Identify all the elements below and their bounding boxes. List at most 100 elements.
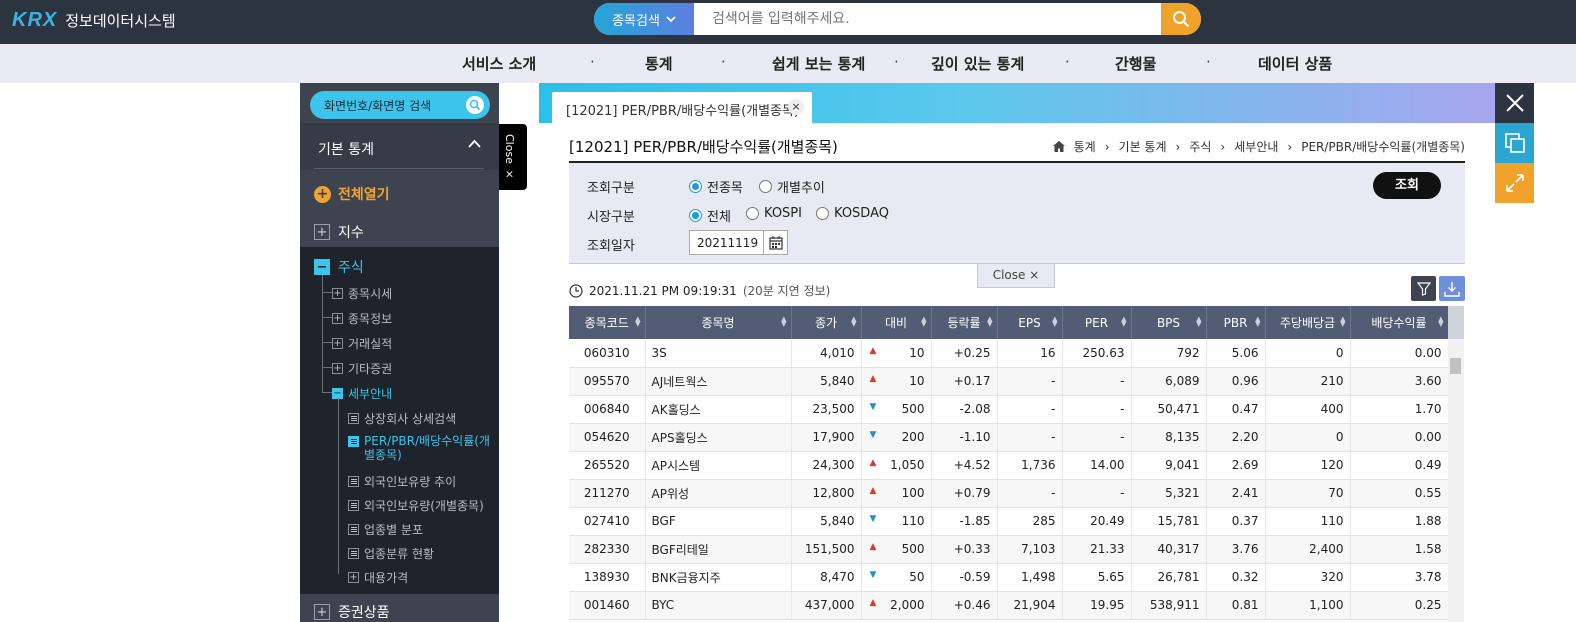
breadcrumb-item[interactable]: 세부안내 bbox=[1234, 138, 1278, 155]
column-header[interactable]: 주당배당금 ▲ ▼ bbox=[1265, 306, 1351, 339]
radio-all-stocks[interactable]: 전종목 bbox=[689, 177, 743, 196]
nav-easy-statistics[interactable]: 쉽게 보는 통계 bbox=[772, 53, 865, 74]
cell-dps: 110 bbox=[1265, 507, 1351, 536]
sidebar-item-industry-class[interactable]: 업종분류 현황 bbox=[348, 545, 434, 562]
search-input[interactable] bbox=[712, 3, 1152, 35]
sort-icon[interactable]: ▲ ▼ bbox=[987, 316, 992, 328]
sort-icon[interactable]: ▲ ▼ bbox=[1121, 316, 1126, 328]
cell-close: 151,500 bbox=[791, 535, 862, 564]
column-header[interactable]: 종가 ▲ ▼ bbox=[791, 306, 862, 339]
table-row[interactable]: 060310 3S 4,010 ▲ 10 +0.25 16 250.63 792 5.06 0 0.0… bbox=[569, 339, 1449, 368]
basic-statistics-header[interactable]: 기본 통계 bbox=[300, 123, 499, 170]
cell-dps-value: 70 bbox=[1328, 486, 1344, 500]
sidebar-item-stock[interactable]: − 주식 bbox=[314, 257, 364, 277]
column-header[interactable]: 대비 ▲ ▼ bbox=[861, 306, 932, 339]
table-scrollbar[interactable] bbox=[1448, 306, 1464, 622]
table-row[interactable]: 027410 BGF 5,840 ▼ 110 -1.85 285 20.49 15,781 0.3… bbox=[569, 507, 1449, 536]
sidebar-item-detail[interactable]: − 세부안내 bbox=[332, 385, 392, 402]
cell-dps-value: 2,400 bbox=[1309, 542, 1344, 556]
query-button[interactable]: 조회 bbox=[1373, 172, 1441, 199]
close-all-button[interactable] bbox=[1495, 83, 1534, 123]
search-icon[interactable] bbox=[466, 96, 484, 114]
sidebar-item-foreign-holdings[interactable]: 외국인보유량(개별종목) bbox=[348, 497, 484, 514]
sort-icon[interactable]: ▲ ▼ bbox=[635, 316, 640, 328]
menu-search-box[interactable]: 화면번호/화면명 검색 bbox=[310, 91, 490, 119]
column-header[interactable]: 종목코드 ▲ ▼ bbox=[569, 306, 646, 339]
column-header[interactable]: BPS ▲ ▼ bbox=[1131, 306, 1207, 339]
open-all-button[interactable]: + 전체열기 bbox=[314, 184, 390, 204]
column-header[interactable]: 등락률 ▲ ▼ bbox=[931, 306, 998, 339]
sidebar-item-company-search[interactable]: 상장회사 상세검색 bbox=[348, 410, 456, 427]
logo[interactable]: KRX 정보데이터시스템 bbox=[12, 9, 176, 32]
date-field[interactable]: 20211119 bbox=[689, 230, 788, 255]
column-header[interactable]: PBR ▲ ▼ bbox=[1206, 306, 1266, 339]
radio-kospi[interactable]: KOSPI bbox=[746, 206, 802, 221]
sort-icon[interactable]: ▲ ▼ bbox=[781, 316, 786, 328]
calendar-icon bbox=[768, 235, 783, 250]
download-button[interactable] bbox=[1439, 276, 1465, 301]
table-row[interactable]: 001460 BYC 437,000 ▲ 2,000 +0.46 21,904 19.95 53… bbox=[569, 591, 1449, 620]
sort-icon[interactable]: ▲ ▼ bbox=[1255, 316, 1260, 328]
query-date-label: 조회일자 bbox=[587, 239, 635, 254]
up-arrow-icon: ▲ bbox=[869, 486, 877, 496]
sidebar-item-stock-info[interactable]: + 종목정보 bbox=[332, 310, 392, 327]
table-row[interactable]: 006840 AK홀딩스 23,500 ▼ 500 -2.08 - - 50,471 0.47 40… bbox=[569, 395, 1449, 424]
nav-deep-statistics[interactable]: 깊이 있는 통계 bbox=[931, 53, 1024, 74]
radio-kosdaq[interactable]: KOSDAQ bbox=[816, 206, 889, 221]
sort-icon[interactable]: ▲ ▼ bbox=[1052, 316, 1057, 328]
nav-publications[interactable]: 간행물 bbox=[1115, 53, 1156, 74]
calendar-button[interactable] bbox=[763, 231, 787, 254]
column-header[interactable]: 배당수익률 ▲ ▼ bbox=[1350, 306, 1449, 339]
conditions-close-button[interactable]: Close × bbox=[977, 264, 1055, 288]
filter-button[interactable] bbox=[1411, 276, 1436, 301]
nav-data-products[interactable]: 데이터 상품 bbox=[1258, 53, 1332, 74]
sidebar-item-industry-dist[interactable]: 업종별 분포 bbox=[348, 521, 423, 538]
breadcrumb-item[interactable]: 기본 통계 bbox=[1119, 138, 1167, 155]
table-row[interactable]: 211270 AP위성 12,800 ▲ 100 +0.79 - - 5,321 2.41 70 0.… bbox=[569, 479, 1449, 508]
nav-statistics[interactable]: 통계 bbox=[645, 53, 673, 74]
column-header[interactable]: PER ▲ ▼ bbox=[1062, 306, 1132, 339]
sidebar-item-per-pbr[interactable]: PER/PBR/배당수익률(개별종목) bbox=[348, 434, 498, 462]
breadcrumb-item[interactable]: 통계 bbox=[1074, 138, 1096, 155]
sidebar-item-trading[interactable]: + 거래실적 bbox=[332, 335, 392, 352]
sort-icon[interactable]: ▲ ▼ bbox=[1196, 316, 1201, 328]
cell-eps: 16 bbox=[997, 339, 1063, 368]
sidebar-item-other-securities[interactable]: + 기타증권 bbox=[332, 360, 392, 377]
sort-icon[interactable]: ▲ ▼ bbox=[851, 316, 856, 328]
sidebar-item-label: 종목정보 bbox=[348, 312, 393, 326]
search-category-select[interactable]: 종목검색 bbox=[594, 3, 694, 35]
close-icon[interactable]: × bbox=[788, 99, 804, 115]
scrollbar-thumb[interactable] bbox=[1450, 358, 1461, 374]
column-header[interactable]: 종목명 ▲ ▼ bbox=[645, 306, 792, 339]
breadcrumb-item[interactable]: 주식 bbox=[1189, 138, 1211, 155]
expand-button[interactable] bbox=[1495, 163, 1534, 203]
tab-per-pbr[interactable]: [12021] PER/PBR/배당수익률(개별종목) × bbox=[552, 92, 812, 123]
table-row[interactable]: 265520 AP시스템 24,300 ▲ 1,050 +4.52 1,736 14.00 9,… bbox=[569, 451, 1449, 480]
sidebar-item-securities[interactable]: + 증권상품 bbox=[314, 602, 390, 622]
cell-pbr: 0.81 bbox=[1206, 591, 1266, 620]
sidebar-item-foreign-trend[interactable]: 외국인보유량 추이 bbox=[348, 473, 456, 490]
search-button[interactable] bbox=[1161, 3, 1201, 35]
table-row[interactable]: 282330 BGF리테일 151,500 ▲ 500 +0.33 7,103 21.33 40… bbox=[569, 535, 1449, 564]
sort-icon[interactable]: ▲ ▼ bbox=[921, 316, 926, 328]
sort-icon[interactable]: ▲ ▼ bbox=[1340, 316, 1345, 328]
table-row[interactable]: 095570 AJ네트웍스 5,840 ▲ 10 +0.17 - - 6,089 0.96 210 3… bbox=[569, 367, 1449, 396]
sidebar-item-substitute-price[interactable]: + 대용가격 bbox=[348, 569, 408, 586]
list-icon bbox=[348, 476, 359, 487]
new-window-button[interactable] bbox=[1495, 123, 1534, 163]
table-row[interactable]: 138930 BNK금융지주 8,470 ▼ 50 -0.59 1,498 5.65 26,78… bbox=[569, 563, 1449, 592]
table-row[interactable]: 054620 APS홀딩스 17,900 ▼ 200 -1.10 - - 8,135 2.20 0 0… bbox=[569, 423, 1449, 452]
cell-change-value: 10 bbox=[909, 345, 925, 360]
column-header[interactable]: EPS ▲ ▼ bbox=[997, 306, 1063, 339]
sidebar-item-index[interactable]: + 지수 bbox=[314, 222, 364, 242]
radio-market-all[interactable]: 전체 bbox=[689, 206, 731, 225]
sort-icon[interactable]: ▲ ▼ bbox=[1438, 316, 1443, 328]
nav-service-intro[interactable]: 서비스 소개 bbox=[462, 53, 536, 74]
cell-name-value: BYC bbox=[651, 598, 675, 612]
table-body: 060310 3S 4,010 ▲ 10 +0.25 16 250.63 792 5.06 0 0.0… bbox=[569, 339, 1449, 620]
cell-per: 19.95 bbox=[1062, 591, 1132, 620]
radio-individual-trend[interactable]: 개별추이 bbox=[759, 177, 825, 196]
sidebar-item-stock-price[interactable]: + 종목시세 bbox=[332, 285, 392, 302]
home-icon[interactable] bbox=[1052, 141, 1065, 152]
sidebar-close-tab[interactable]: Close × bbox=[499, 124, 527, 190]
